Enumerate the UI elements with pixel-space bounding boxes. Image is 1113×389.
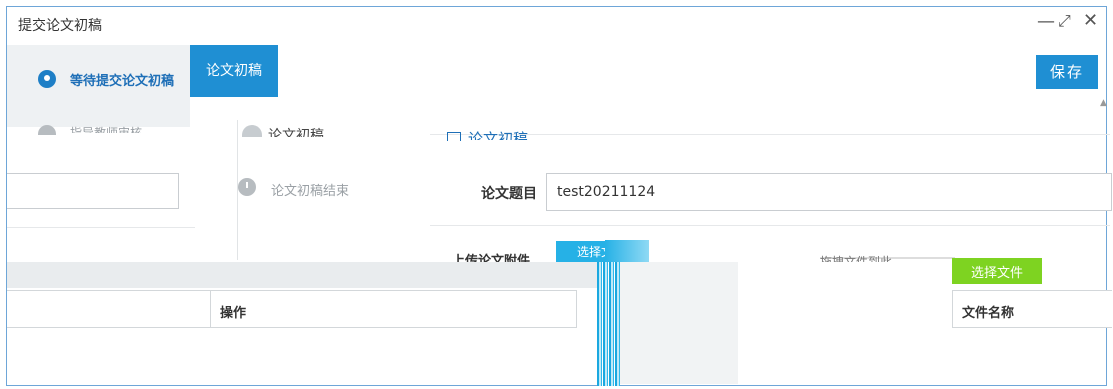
save-button[interactable]: 保存	[1036, 55, 1098, 89]
table-toolbar-band	[7, 262, 597, 288]
glitch-stripes	[597, 262, 620, 386]
minimize-icon[interactable]: —	[1037, 12, 1055, 32]
drag-hint-text: 拖拽文件到此	[820, 255, 893, 262]
step-label-draft: 论文初稿	[268, 128, 324, 137]
table-column-divider	[210, 290, 211, 328]
dialog-title: 提交论文初稿	[18, 18, 102, 34]
step-label-end: 论文初稿结束	[271, 184, 350, 199]
paper-title-input[interactable]	[546, 173, 1112, 211]
close-icon[interactable]: ✕	[1083, 11, 1098, 31]
column-header-operation: 操作	[220, 306, 247, 321]
paper-title-label: 论文题目	[481, 186, 537, 202]
attachment-table-header	[7, 290, 577, 328]
maximize-icon[interactable]: ⤢	[1058, 11, 1071, 31]
title-bar	[7, 7, 1106, 45]
scroll-up-icon[interactable]: ▲	[1100, 98, 1108, 116]
band-gap	[738, 262, 950, 288]
glitch-artifact	[605, 240, 649, 262]
location-pin-icon	[38, 70, 56, 88]
tab-draft[interactable]: 论文初稿	[190, 45, 278, 97]
upload-label: 上传论文附件	[452, 254, 531, 262]
column-header-filename: 文件名称	[962, 306, 1015, 321]
left-divider	[7, 227, 195, 228]
row-divider	[430, 225, 1110, 226]
step-label-review: 指导教师审核	[70, 126, 143, 133]
choose-file-button-secondary[interactable]: 选择文件	[952, 258, 1042, 284]
glitch-block	[620, 262, 738, 384]
document-icon	[447, 132, 461, 141]
left-input-field[interactable]	[7, 173, 179, 209]
clock-icon	[238, 178, 256, 196]
step-label-current: 等待提交论文初稿	[70, 74, 175, 89]
section-divider	[430, 134, 1110, 135]
section-title: 论文初稿	[468, 130, 529, 140]
tab-bar	[190, 45, 1105, 97]
